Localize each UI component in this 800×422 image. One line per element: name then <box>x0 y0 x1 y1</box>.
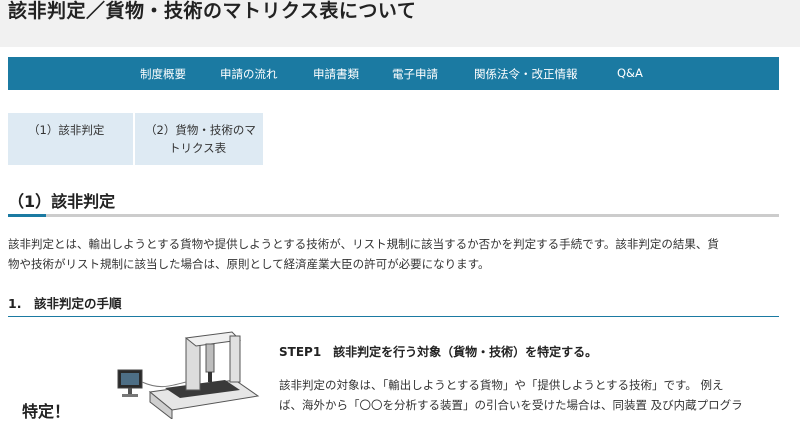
nav-item-qa[interactable]: Q&A <box>617 66 643 80</box>
section-divider-accent <box>8 214 46 217</box>
step-body-line2: ば、海外から「〇〇を分析する装置」の引合いを受けた場合は、同装置 及び内蔵プログ… <box>279 398 743 412</box>
step-body-line1: 該非判定の対象は、「輸出しようとする貨物」や「提供しようとする技術」です。 例え <box>279 378 724 392</box>
main-nav: 制度概要 申請の流れ 申請書類 電子申請 関係法令・改正情報 Q&A <box>8 57 779 90</box>
page-title: 該非判定／貨物・技術のマトリクス表について <box>8 0 417 22</box>
subsection-divider <box>8 316 779 317</box>
step-title: STEP1 該非判定を行う対象（貨物・技術）を特定する。 <box>279 345 598 359</box>
tab-label-line2: トリクス表 <box>169 141 227 155</box>
step-body: 該非判定の対象は、「輸出しようとする貨物」や「提供しようとする技術」です。 例え… <box>279 375 779 415</box>
nav-item-documents[interactable]: 申請書類 <box>313 66 359 82</box>
nav-item-e-application[interactable]: 電子申請 <box>392 66 438 82</box>
tab-label: （1）該非判定 <box>28 123 105 137</box>
section-title: （1）該非判定 <box>8 192 116 211</box>
title-bar: 該非判定／貨物・技術のマトリクス表について <box>0 0 800 47</box>
nav-item-laws[interactable]: 関係法令・改正情報 <box>474 66 578 82</box>
section-body: 該非判定とは、輸出しようとする貨物や提供しようとする技術が、リスト規制に該当する… <box>8 234 783 274</box>
tab-label-line1: （2）貨物・技術のマ <box>145 123 256 137</box>
illustration-label: 特定！ <box>22 402 71 421</box>
subsection-title: 1. 該非判定の手順 <box>8 296 122 311</box>
tab-matrix[interactable]: （2）貨物・技術のマ トリクス表 <box>135 113 263 165</box>
section-divider <box>8 214 779 217</box>
nav-item-overview[interactable]: 制度概要 <box>140 66 186 82</box>
nav-item-flow[interactable]: 申請の流れ <box>220 66 278 82</box>
section-body-line1: 該非判定とは、輸出しようとする貨物や提供しようとする技術が、リスト規制に該当する… <box>8 237 719 251</box>
section-body-line2: 物や技術がリスト規制に該当した場合は、原則として経済産業大臣の許可が必要になりま… <box>8 257 490 271</box>
tab-judgment[interactable]: （1）該非判定 <box>8 113 133 165</box>
